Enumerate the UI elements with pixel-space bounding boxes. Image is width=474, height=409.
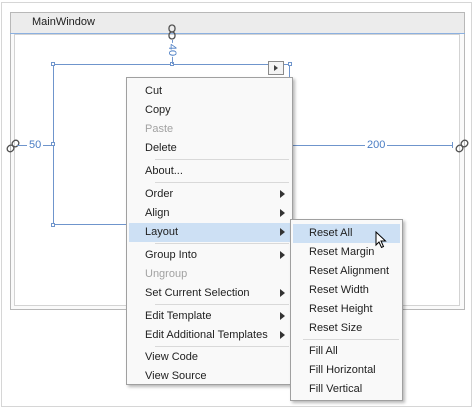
- menu-separator: [155, 304, 289, 305]
- menu-item-label: Group Into: [145, 249, 197, 261]
- menu-item-label: Reset Width: [309, 284, 369, 296]
- menu-item-order[interactable]: Order: [129, 185, 290, 204]
- menu-item-label: Paste: [145, 123, 174, 135]
- submenu-item-reset-size[interactable]: Reset Size: [293, 319, 400, 338]
- submenu-arrow-icon: [280, 228, 285, 236]
- menu-item-label: Delete: [145, 142, 177, 154]
- smart-tag-arrow-icon: [274, 65, 278, 71]
- submenu-item-reset-alignment[interactable]: Reset Alignment: [293, 262, 400, 281]
- menu-item-label: Reset Alignment: [309, 265, 390, 277]
- chain-link-icon: [168, 24, 176, 40]
- menu-item-label: Reset Size: [309, 322, 363, 334]
- submenu-arrow-icon: [280, 190, 285, 198]
- menu-separator: [155, 159, 289, 160]
- menu-item-label: View Code: [145, 351, 198, 363]
- menu-item-view-code[interactable]: View Code: [129, 348, 290, 367]
- right-margin-tick: [452, 142, 453, 148]
- menu-separator: [155, 243, 289, 244]
- menu-item-label: Fill Horizontal: [309, 364, 376, 376]
- menu-item-label: Order: [145, 188, 174, 200]
- menu-item-edit-additional-templates[interactable]: Edit Additional Templates: [129, 326, 290, 345]
- menu-item-label: About...: [145, 165, 183, 177]
- submenu-item-fill-all[interactable]: Fill All: [293, 342, 400, 361]
- left-margin-label: 50: [27, 139, 44, 151]
- menu-item-label: Set Current Selection: [145, 287, 250, 299]
- resize-handle-bottom-left[interactable]: [51, 223, 55, 227]
- menu-item-ungroup: Ungroup: [129, 265, 290, 284]
- menu-item-copy[interactable]: Copy: [129, 101, 290, 120]
- menu-item-align[interactable]: Align: [129, 204, 290, 223]
- menu-item-cut[interactable]: Cut: [129, 82, 290, 101]
- menu-separator: [303, 339, 399, 340]
- right-margin-chain-link-icon[interactable]: [454, 139, 470, 153]
- menu-item-about[interactable]: About...: [129, 162, 290, 181]
- menu-item-label: Fill All: [309, 345, 338, 357]
- chain-link-icon: [6, 139, 20, 153]
- top-margin-label: 40: [166, 42, 179, 58]
- menu-item-edit-template[interactable]: Edit Template: [129, 307, 290, 326]
- submenu-arrow-icon: [280, 331, 285, 339]
- smart-tag-button[interactable]: [268, 61, 284, 75]
- menu-item-label: Layout: [145, 226, 179, 238]
- submenu-arrow-icon: [280, 289, 285, 297]
- menu-item-label: Reset All: [309, 227, 353, 239]
- mouse-pointer-icon: [375, 231, 387, 249]
- submenu-item-fill-horizontal[interactable]: Fill Horizontal: [293, 361, 400, 380]
- menu-item-group-into[interactable]: Group Into: [129, 246, 290, 265]
- menu-item-label: Copy: [145, 104, 171, 116]
- resize-handle-top-left[interactable]: [51, 62, 55, 66]
- submenu-item-reset-width[interactable]: Reset Width: [293, 281, 400, 300]
- menu-separator: [155, 346, 289, 347]
- menu-item-label: Edit Template: [145, 310, 212, 322]
- menu-item-label: Cut: [145, 85, 163, 97]
- menu-item-label: Ungroup: [145, 268, 188, 280]
- menu-item-label: View Source: [145, 370, 207, 382]
- menu-item-delete[interactable]: Delete: [129, 139, 290, 158]
- submenu-arrow-icon: [280, 312, 285, 320]
- menu-item-set-current-selection[interactable]: Set Current Selection: [129, 284, 290, 303]
- context-menu: Cut Copy Paste Delete About... Order Ali…: [126, 77, 293, 385]
- window-title: MainWindow: [32, 16, 95, 28]
- menu-item-label: Edit Additional Templates: [145, 329, 268, 341]
- menu-separator: [155, 182, 289, 183]
- right-margin-label: 200: [365, 139, 388, 151]
- menu-item-layout[interactable]: Layout: [129, 223, 290, 242]
- left-margin-chain-link-icon[interactable]: [5, 139, 21, 153]
- submenu-item-reset-height[interactable]: Reset Height: [293, 300, 400, 319]
- menu-item-paste: Paste: [129, 120, 290, 139]
- chain-link-icon: [455, 139, 469, 153]
- top-margin-chain-link-icon[interactable]: [167, 24, 177, 40]
- menu-item-label: Align: [145, 207, 170, 219]
- menu-item-view-source[interactable]: View Source: [129, 367, 290, 386]
- submenu-item-fill-vertical[interactable]: Fill Vertical: [293, 380, 400, 399]
- resize-handle-top-right[interactable]: [288, 62, 292, 66]
- submenu-arrow-icon: [280, 251, 285, 259]
- menu-item-label: Reset Height: [309, 303, 373, 315]
- submenu-arrow-icon: [280, 209, 285, 217]
- menu-item-label: Fill Vertical: [309, 383, 363, 395]
- menu-item-label: Reset Margin: [309, 246, 375, 258]
